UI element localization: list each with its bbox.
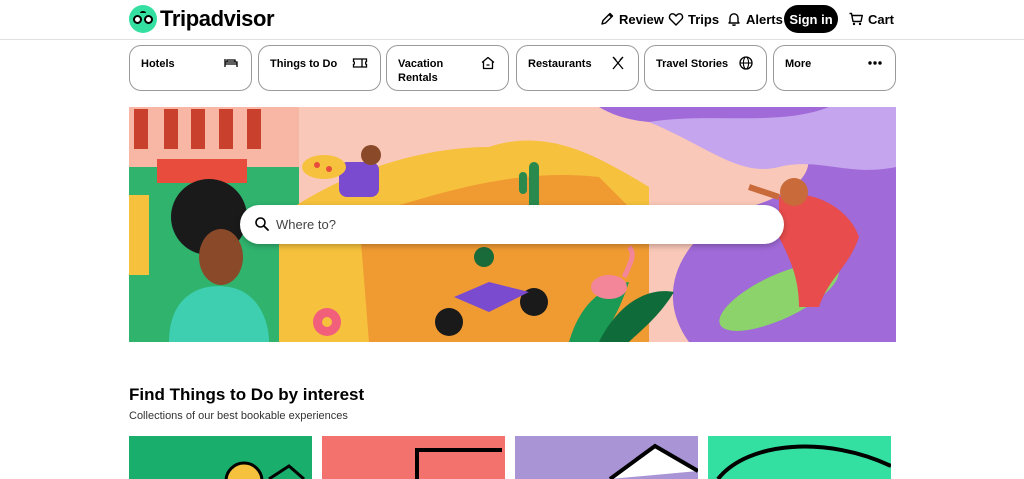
search-input[interactable] (276, 213, 756, 235)
review-label: Review (619, 11, 664, 27)
tripadvisor-logo[interactable]: Tripadvisor (129, 5, 275, 33)
ticket-icon (352, 55, 368, 71)
trips-label: Trips (688, 11, 720, 27)
cart-link[interactable]: Cart (848, 10, 894, 28)
card-illustration (716, 444, 891, 479)
category-label: Vacation Rentals (398, 58, 444, 84)
card-illustration (415, 448, 502, 479)
category-more[interactable]: More (773, 45, 896, 91)
top-navigation-bar: Tripadvisor Review Trips Alerts Sign in … (0, 0, 1024, 40)
interest-card[interactable] (708, 436, 891, 479)
alerts-link[interactable]: Alerts (726, 10, 783, 28)
heart-icon (668, 11, 684, 27)
category-things-to-do[interactable]: Things to Do (258, 45, 381, 91)
alerts-label: Alerts (746, 11, 783, 27)
globe-icon (738, 55, 754, 71)
section-title: Find Things to Do by interest (129, 385, 365, 404)
utensils-icon (610, 55, 626, 71)
interest-card[interactable] (129, 436, 312, 479)
category-label: More (785, 58, 812, 70)
brand-name: Tripadvisor (160, 6, 275, 31)
bed-icon (223, 55, 239, 71)
more-dots-icon (867, 55, 883, 71)
card-illustration (608, 443, 698, 479)
category-restaurants[interactable]: Restaurants (516, 45, 639, 91)
interest-card[interactable] (515, 436, 698, 479)
category-label: Things to Do (270, 58, 338, 70)
trips-link[interactable]: Trips (668, 10, 719, 28)
card-illustration (224, 461, 305, 479)
interest-card[interactable] (322, 436, 505, 479)
cart-label: Cart (868, 11, 895, 27)
search-icon (254, 216, 270, 232)
cart-icon (848, 11, 864, 27)
bell-icon (726, 11, 742, 27)
category-hotels[interactable]: Hotels (129, 45, 252, 91)
category-label: Hotels (141, 58, 175, 70)
category-travel-stories[interactable]: Travel Stories (644, 45, 767, 91)
section-subtitle: Collections of our best bookable experie… (129, 410, 348, 422)
sign-in-button[interactable]: Sign in (784, 5, 838, 33)
review-link[interactable]: Review (599, 10, 664, 28)
owl-logo-icon (129, 5, 157, 33)
category-label: Travel Stories (656, 58, 729, 70)
category-vacation-rentals[interactable]: Vacation Rentals (386, 45, 509, 91)
category-label: Restaurants (528, 58, 592, 70)
hero-banner (129, 107, 896, 342)
search-bar[interactable] (240, 205, 784, 244)
house-icon (480, 55, 496, 71)
pencil-icon (599, 11, 615, 27)
